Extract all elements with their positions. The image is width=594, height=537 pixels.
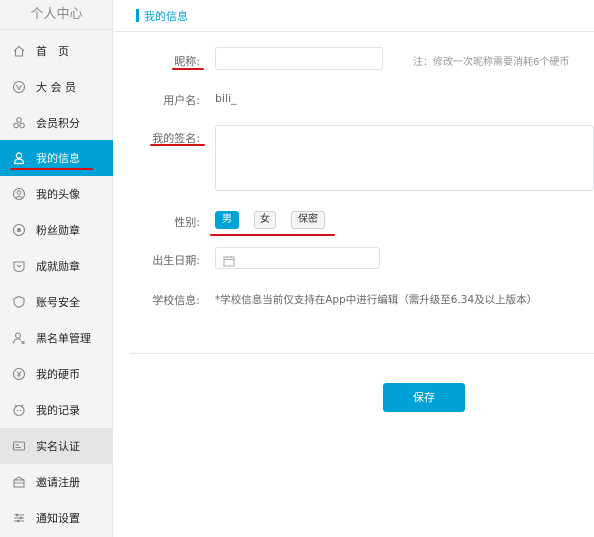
gender-label: 性别: xyxy=(174,216,200,229)
sidebar-item-label: 我的硬币 xyxy=(36,368,80,381)
points-icon xyxy=(12,116,26,130)
sidebar-item-vip[interactable]: 大 会 员 xyxy=(0,69,113,105)
sidebar-item-blacklist[interactable]: 黑名单管理 xyxy=(0,320,113,356)
sidebar-item-label: 首 页 xyxy=(36,45,69,58)
annotation-underline-nickname xyxy=(172,68,204,70)
form-divider xyxy=(130,353,594,354)
id-card-icon xyxy=(12,439,26,453)
gender-male-button[interactable]: 男 xyxy=(215,211,239,229)
sidebar-item-label: 大 会 员 xyxy=(36,81,76,94)
nickname-label: 昵称: xyxy=(174,55,200,68)
blacklist-icon xyxy=(12,331,26,345)
user-icon xyxy=(12,151,26,165)
shield-icon xyxy=(12,295,26,309)
sidebar-item-label: 账号安全 xyxy=(36,296,80,309)
sidebar-item-label: 我的信息 xyxy=(36,152,80,165)
save-button[interactable]: 保存 xyxy=(383,383,465,412)
sidebar-item-invite[interactable]: 邀请注册 xyxy=(0,464,113,500)
gender-secret-button[interactable]: 保密 xyxy=(291,211,325,229)
medal-icon xyxy=(12,223,26,237)
sidebar-title: 个人中心 xyxy=(0,0,113,30)
nickname-note: 注：修改一次昵称需要消耗6个硬币 xyxy=(413,57,570,68)
calendar-icon xyxy=(223,252,235,267)
annotation-underline-sidebar xyxy=(10,168,93,170)
sidebar-item-real-name[interactable]: 实名认证 xyxy=(0,428,113,464)
breadcrumb-marker xyxy=(136,9,139,22)
signature-textarea[interactable] xyxy=(215,125,594,191)
sidebar-item-my-info[interactable]: 我的信息 xyxy=(0,140,113,176)
sidebar-item-label: 成就勋章 xyxy=(36,260,80,273)
sidebar-item-security[interactable]: 账号安全 xyxy=(0,284,113,320)
home-icon xyxy=(12,44,26,58)
sidebar-item-home[interactable]: 首 页 xyxy=(0,33,113,69)
birthday-field[interactable] xyxy=(215,247,380,269)
school-note: *学校信息当前仅支持在App中进行编辑（需升级至6.34及以上版本） xyxy=(215,294,538,306)
birthday-label: 出生日期: xyxy=(152,254,200,267)
sidebar-item-coins[interactable]: 我的硬币 xyxy=(0,356,113,392)
avatar-icon xyxy=(12,187,26,201)
username-label: 用户名: xyxy=(163,94,200,107)
achievement-icon xyxy=(12,259,26,273)
sidebar-item-fan-medal[interactable]: 粉丝勋章 xyxy=(0,212,113,248)
sidebar-item-label: 我的记录 xyxy=(36,404,80,417)
annotation-underline-signature xyxy=(150,144,205,146)
sidebar-item-label: 我的头像 xyxy=(36,188,80,201)
sidebar-item-label: 通知设置 xyxy=(36,512,80,525)
annotation-underline-gender xyxy=(210,234,335,236)
sidebar: 个人中心 首 页 大 会 员 会员积分 我的信息 我的头像 粉丝勋章 成就勋章 … xyxy=(0,0,113,537)
sidebar-item-records[interactable]: 我的记录 xyxy=(0,392,113,428)
sidebar-item-label: 会员积分 xyxy=(36,117,80,130)
sidebar-item-label: 邀请注册 xyxy=(36,476,80,489)
nickname-input[interactable] xyxy=(215,47,383,70)
sidebar-item-avatar[interactable]: 我的头像 xyxy=(0,176,113,212)
username-value: bili_ xyxy=(215,92,237,105)
settings-icon xyxy=(12,511,26,525)
school-label: 学校信息: xyxy=(152,294,200,307)
coin-icon xyxy=(12,367,26,381)
invite-icon xyxy=(12,475,26,489)
record-icon xyxy=(12,403,26,417)
vip-icon xyxy=(12,80,26,94)
breadcrumb: 我的信息 xyxy=(114,0,594,32)
sidebar-item-label: 粉丝勋章 xyxy=(36,224,80,237)
page-title: 我的信息 xyxy=(144,10,188,23)
sidebar-item-label: 黑名单管理 xyxy=(36,332,91,345)
sidebar-item-points[interactable]: 会员积分 xyxy=(0,105,113,141)
sidebar-item-achievement[interactable]: 成就勋章 xyxy=(0,248,113,284)
gender-female-button[interactable]: 女 xyxy=(254,211,276,229)
sidebar-item-label: 实名认证 xyxy=(36,440,80,453)
sidebar-item-notifications[interactable]: 通知设置 xyxy=(0,500,113,536)
